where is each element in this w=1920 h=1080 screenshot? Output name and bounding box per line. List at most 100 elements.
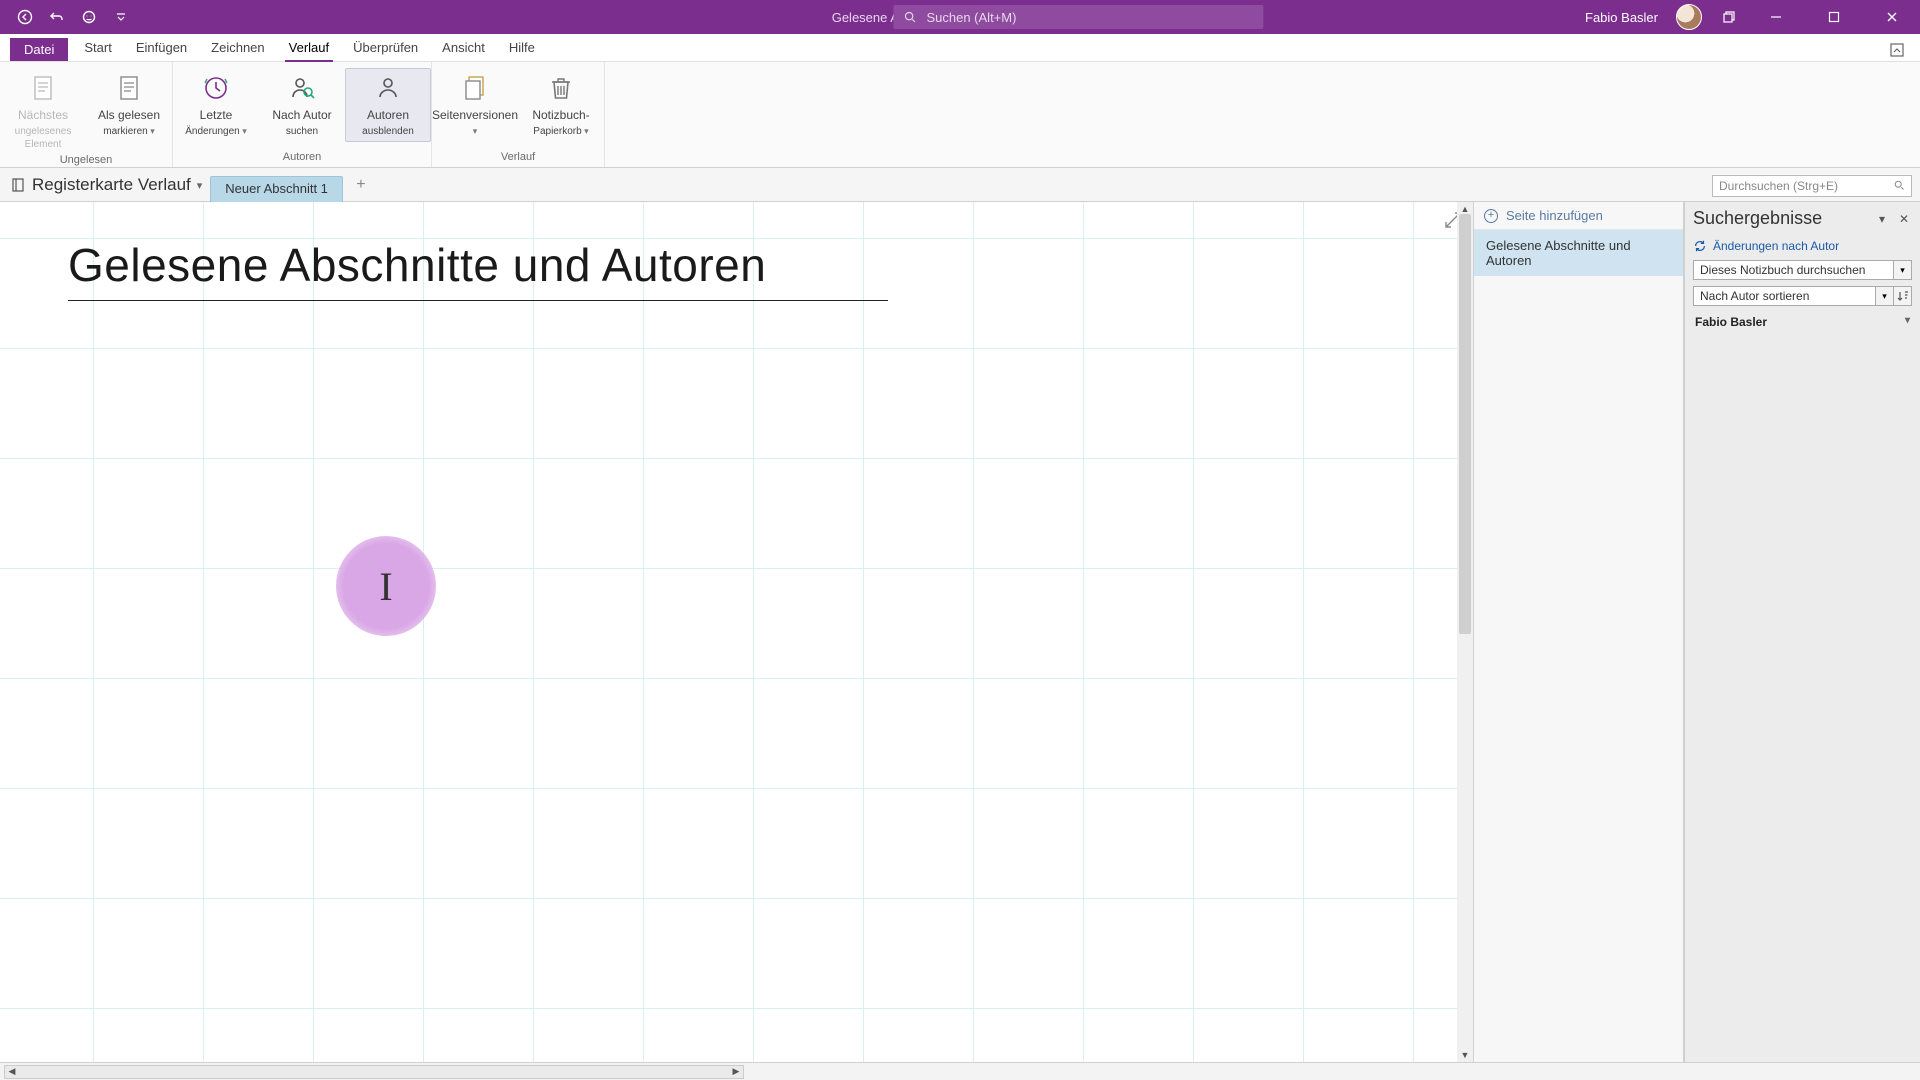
ribbon-group-label: Verlauf — [432, 151, 604, 167]
mark-read-button[interactable]: Als gelesen markieren — [86, 68, 172, 142]
ribbon-label: Als gelesen — [98, 108, 160, 123]
search-panel-title: Suchergebnisse — [1693, 208, 1822, 229]
add-page-button[interactable]: + Seite hinzufügen — [1474, 202, 1683, 230]
sort-direction-button[interactable] — [1894, 286, 1912, 306]
undo-icon[interactable] — [48, 8, 66, 26]
ribbon-label: Letzte — [200, 108, 233, 123]
ribbon-group-verlauf: Seitenversionen Notizbuch- Papierkorb Verla… — [432, 62, 605, 167]
ribbon-group-label: Autoren — [173, 151, 431, 167]
titlebar-right: Fabio Basler — [1585, 0, 1920, 34]
panel-options-button[interactable]: ▾ — [1874, 211, 1890, 227]
scroll-thumb[interactable] — [1459, 214, 1471, 634]
search-panel-header: Suchergebnisse ▾ ✕ — [1685, 202, 1920, 235]
vertical-scrollbar[interactable]: ▲ ▼ — [1457, 202, 1473, 1062]
clock-icon — [199, 71, 233, 105]
menu-file[interactable]: Datei — [10, 38, 68, 61]
user-name[interactable]: Fabio Basler — [1585, 10, 1658, 25]
rule-lines — [0, 202, 1473, 1062]
scroll-left-button[interactable]: ◀ — [5, 1066, 19, 1078]
scroll-down-button[interactable]: ▼ — [1457, 1048, 1473, 1062]
page-stack-icon — [458, 71, 492, 105]
page-check-icon — [112, 71, 146, 105]
notebook-name: Registerkarte Verlauf — [32, 175, 191, 195]
close-button[interactable] — [1872, 0, 1912, 34]
menu-row: Datei StartEinfügenZeichnenVerlaufÜberpr… — [0, 34, 1920, 62]
page-versions-button[interactable]: Seitenversionen — [432, 68, 518, 142]
page-search-placeholder: Durchsuchen (Strg+E) — [1719, 179, 1838, 193]
recent-changes-button[interactable]: Letzte Änderungen — [173, 68, 259, 142]
ribbon: Nächstes ungelesenes Element Als gelesen ma… — [0, 62, 1920, 168]
sort-select[interactable]: Nach Autor sortieren ▾ — [1693, 286, 1912, 306]
ribbon-label: Papierkorb — [533, 126, 588, 139]
menu-start[interactable]: Start — [72, 36, 123, 61]
add-section-button[interactable]: + — [351, 175, 371, 195]
titlebar-left — [0, 8, 130, 26]
page-title[interactable]: Gelesene Abschnitte und Autoren — [68, 238, 888, 292]
status-bar: ◀ ▶ — [0, 1062, 1920, 1080]
add-page-label: Seite hinzufügen — [1506, 208, 1603, 223]
sort-value: Nach Autor sortieren — [1693, 286, 1876, 306]
menu-überprüfen[interactable]: Überprüfen — [341, 36, 430, 61]
person-icon — [371, 71, 405, 105]
chevron-down-icon: ▾ — [197, 179, 203, 192]
chevron-down-icon[interactable]: ▾ — [1876, 286, 1894, 306]
find-by-author-button[interactable]: Nach Autorsuchen — [259, 68, 345, 142]
search-scope-select[interactable]: Dieses Notizbuch durchsuchen ▾ — [1693, 260, 1912, 280]
search-icon — [903, 10, 916, 24]
menu-ansicht[interactable]: Ansicht — [430, 36, 497, 61]
page-canvas[interactable]: Gelesene Abschnitte und Autoren I — [0, 202, 1473, 1062]
main-area: Gelesene Abschnitte und Autoren I ▲ ▼ + … — [0, 202, 1920, 1062]
changes-by-author-link[interactable]: Änderungen nach Autor — [1685, 235, 1920, 257]
menu-hilfe[interactable]: Hilfe — [497, 36, 547, 61]
minimize-button[interactable] — [1756, 0, 1796, 34]
menu-einfügen[interactable]: Einfügen — [124, 36, 199, 61]
page-title-block[interactable]: Gelesene Abschnitte und Autoren — [68, 238, 888, 301]
ribbon-label: ungelesenes Element — [5, 126, 81, 151]
ribbon-label: ausblenden — [362, 126, 414, 139]
collapse-ribbon-button[interactable] — [1886, 39, 1908, 61]
ribbon-label: Autoren — [367, 108, 409, 123]
chevron-down-icon[interactable]: ▾ — [1894, 260, 1912, 280]
person-search-icon — [285, 71, 319, 105]
page-search[interactable]: Durchsuchen (Strg+E) — [1712, 175, 1912, 197]
back-icon[interactable] — [16, 8, 34, 26]
trash-icon — [544, 71, 578, 105]
horizontal-scrollbar[interactable]: ◀ ▶ — [4, 1065, 744, 1079]
ribbon-label: Nächstes — [18, 108, 68, 123]
avatar[interactable] — [1676, 4, 1702, 30]
section-tab[interactable]: Neuer Abschnitt 1 — [210, 176, 343, 202]
ribbon-label: Änderungen — [185, 126, 247, 139]
panel-close-button[interactable]: ✕ — [1896, 211, 1912, 227]
author-name: Fabio Basler — [1695, 315, 1767, 329]
text-cursor-icon: I — [379, 563, 392, 610]
cursor-indicator: I — [336, 536, 436, 636]
ribbon-label: Notizbuch- — [532, 108, 589, 123]
recycle-bin-button[interactable]: Notizbuch- Papierkorb — [518, 68, 604, 142]
ribbon-group-autoren: Letzte Änderungen Nach Autorsuchen Autoren a… — [173, 62, 432, 167]
ribbon-group-ungelesen: Nächstes ungelesenes Element Als gelesen ma… — [0, 62, 173, 167]
global-search[interactable] — [893, 5, 1263, 29]
window-restore-icon[interactable] — [1720, 8, 1738, 26]
scroll-right-button[interactable]: ▶ — [729, 1066, 743, 1078]
search-scope-value: Dieses Notizbuch durchsuchen — [1693, 260, 1894, 280]
page-icon — [26, 71, 60, 105]
ribbon-label: markieren — [103, 126, 155, 139]
ribbon-label: Seitenversionen — [432, 108, 518, 123]
notebook-dropdown[interactable]: Registerkarte Verlauf ▾ — [10, 175, 202, 201]
ribbon-label: suchen — [286, 126, 318, 139]
page-list: + Seite hinzufügen Gelesene Abschnitte u… — [1474, 202, 1684, 1062]
title-bar: Gelesene Abschnitte und Autoren - OneNot… — [0, 0, 1920, 34]
changes-by-author-label: Änderungen nach Autor — [1713, 239, 1839, 253]
ribbon-label — [473, 126, 478, 139]
page-list-item[interactable]: Gelesene Abschnitte und Autoren — [1474, 230, 1683, 276]
global-search-input[interactable] — [926, 10, 1253, 25]
hide-authors-button[interactable]: Autoren ausblenden — [345, 68, 431, 142]
qat-dropdown-icon[interactable] — [112, 8, 130, 26]
search-results-panel: Suchergebnisse ▾ ✕ Änderungen nach Autor… — [1684, 202, 1920, 1062]
menu-zeichnen[interactable]: Zeichnen — [199, 36, 276, 61]
menu-verlauf[interactable]: Verlauf — [277, 36, 341, 61]
notebook-bar: Registerkarte Verlauf ▾ Neuer Abschnitt … — [0, 168, 1920, 202]
maximize-button[interactable] — [1814, 0, 1854, 34]
touch-mode-icon[interactable] — [80, 8, 98, 26]
author-group[interactable]: Fabio Basler — [1685, 309, 1920, 335]
